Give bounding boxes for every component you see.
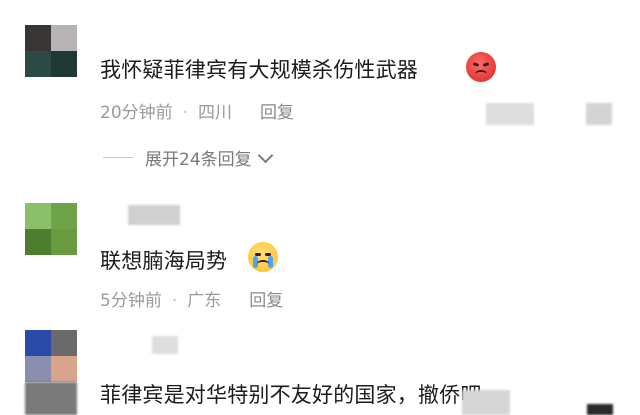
blurred-action-icon [587,404,613,415]
divider-line [103,157,133,158]
blurred-action-icon [586,103,612,125]
comment-location: 四川 [198,103,233,123]
meta-separator: · [182,103,189,123]
meta-separator: · [171,291,178,311]
reply-button[interactable]: 回复 [249,291,283,311]
avatar[interactable] [25,203,77,255]
reply-button[interactable]: 回复 [260,103,294,123]
comment-text: 联想腩海局势 [100,249,228,273]
comment-time: 5分钟前 [100,291,162,311]
blurred-avatar-detail [25,382,77,415]
comment-meta: 5分钟前 · 广东 回复 [100,286,283,311]
blurred-action-icon [486,103,534,125]
avatar[interactable] [25,330,77,382]
expand-replies-button[interactable]: 展开24条回复 [103,145,273,170]
blurred-username [128,205,180,225]
comment-time: 20分钟前 [100,103,173,123]
blurred-action-icon [462,390,510,415]
crying-face-icon [248,242,278,272]
expand-replies-label: 展开24条回复 [145,150,252,170]
blurred-username [152,336,178,354]
avatar[interactable] [25,25,77,77]
comment-location: 广东 [187,291,222,311]
comment-text: 我怀疑菲律宾有大规模杀伤性武器 [100,58,418,82]
chevron-down-icon [257,147,273,163]
comment-text: 菲律宾是对华特别不友好的国家，撤侨吧 [100,383,482,407]
angry-face-icon [466,52,496,82]
comment-meta: 20分钟前 · 四川 回复 [100,98,294,123]
